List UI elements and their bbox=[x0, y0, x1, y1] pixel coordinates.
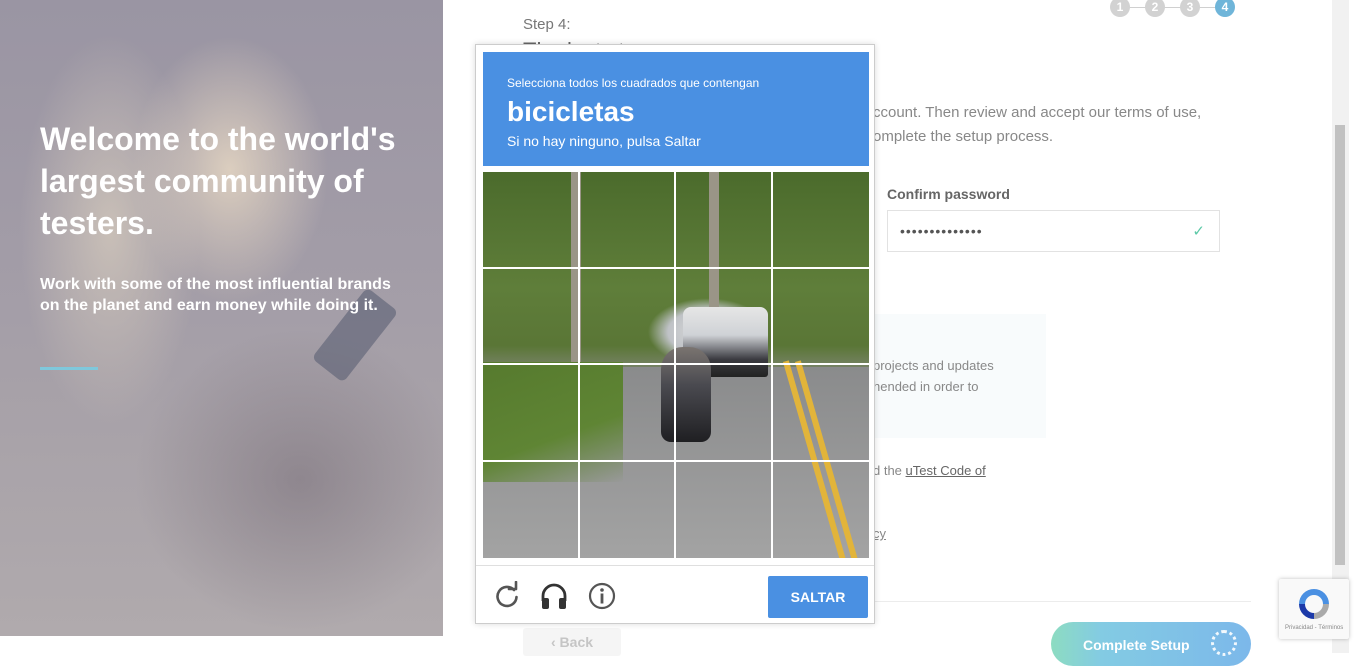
back-button[interactable]: ‹ Back bbox=[523, 628, 621, 656]
captcha-tile-13[interactable] bbox=[483, 462, 578, 558]
captcha-dialog: Selecciona todos los cuadrados que conte… bbox=[475, 44, 875, 624]
info-icon[interactable] bbox=[587, 581, 617, 611]
audio-headphones-icon[interactable] bbox=[539, 581, 569, 611]
recaptcha-privacy-terms[interactable]: Privacidad - Términos bbox=[1285, 625, 1343, 631]
captcha-tile-1[interactable] bbox=[483, 172, 578, 267]
confirm-password-label: Confirm password bbox=[887, 186, 1010, 202]
captcha-tile-15[interactable] bbox=[676, 462, 771, 558]
captcha-image-grid bbox=[483, 172, 869, 558]
hero-panel: Welcome to the world's largest community… bbox=[0, 0, 443, 636]
captcha-tile-6[interactable] bbox=[580, 269, 674, 363]
recaptcha-badge[interactable]: Privacidad - Términos bbox=[1279, 579, 1349, 639]
loading-spinner-icon bbox=[1211, 630, 1237, 656]
captcha-tile-16[interactable] bbox=[773, 462, 869, 558]
step-label: Step 4: bbox=[523, 16, 571, 33]
captcha-tile-4[interactable] bbox=[773, 172, 869, 267]
hero-title: Welcome to the world's largest community… bbox=[40, 121, 396, 241]
complete-setup-button[interactable]: Complete Setup bbox=[1051, 622, 1251, 666]
step-progress: 1 2 3 4 bbox=[1110, 0, 1238, 19]
terms-link[interactable]: uTest Code of bbox=[906, 463, 986, 478]
step-dot-2: 2 bbox=[1145, 0, 1165, 17]
captcha-tile-12[interactable] bbox=[773, 365, 869, 460]
captcha-target-object: bicicletas bbox=[507, 96, 635, 127]
captcha-footer-divider bbox=[476, 565, 874, 566]
step-dot-1: 1 bbox=[1110, 0, 1130, 17]
captcha-instruction: Selecciona todos los cuadrados que conte… bbox=[507, 76, 760, 90]
captcha-tile-2[interactable] bbox=[580, 172, 674, 267]
confirm-password-field[interactable]: •••••••••••••• ✓ bbox=[887, 210, 1220, 252]
chevron-left-icon: ‹ bbox=[550, 634, 556, 650]
captcha-tile-10[interactable] bbox=[580, 365, 674, 460]
complete-setup-label: Complete Setup bbox=[1083, 637, 1190, 653]
back-button-label: Back bbox=[559, 634, 594, 650]
step-dot-4: 4 bbox=[1215, 0, 1235, 17]
scrollbar-thumb[interactable] bbox=[1335, 125, 1345, 565]
confirm-password-value: •••••••••••••• bbox=[900, 223, 983, 239]
check-icon: ✓ bbox=[1192, 223, 1205, 240]
captcha-tile-14[interactable] bbox=[580, 462, 674, 558]
captcha-tile-11[interactable] bbox=[676, 365, 771, 460]
reload-icon[interactable] bbox=[492, 581, 522, 611]
captcha-tile-3[interactable] bbox=[676, 172, 771, 267]
captcha-header: Selecciona todos los cuadrados que conte… bbox=[483, 52, 869, 166]
captcha-tile-9[interactable] bbox=[483, 365, 578, 460]
hero-subtitle: Work with some of the most influential b… bbox=[40, 276, 391, 314]
step-dot-3: 3 bbox=[1180, 0, 1200, 17]
hero-accent-rule bbox=[40, 367, 98, 370]
captcha-tile-5[interactable] bbox=[483, 269, 578, 363]
captcha-tile-8[interactable] bbox=[773, 269, 869, 363]
captcha-tile-7[interactable] bbox=[676, 269, 771, 363]
skip-button[interactable]: SALTAR bbox=[768, 576, 868, 618]
recaptcha-logo-icon bbox=[1299, 589, 1329, 619]
captcha-skip-hint: Si no hay ninguno, pulsa Saltar bbox=[507, 133, 701, 149]
step-progress-line bbox=[1120, 7, 1228, 8]
